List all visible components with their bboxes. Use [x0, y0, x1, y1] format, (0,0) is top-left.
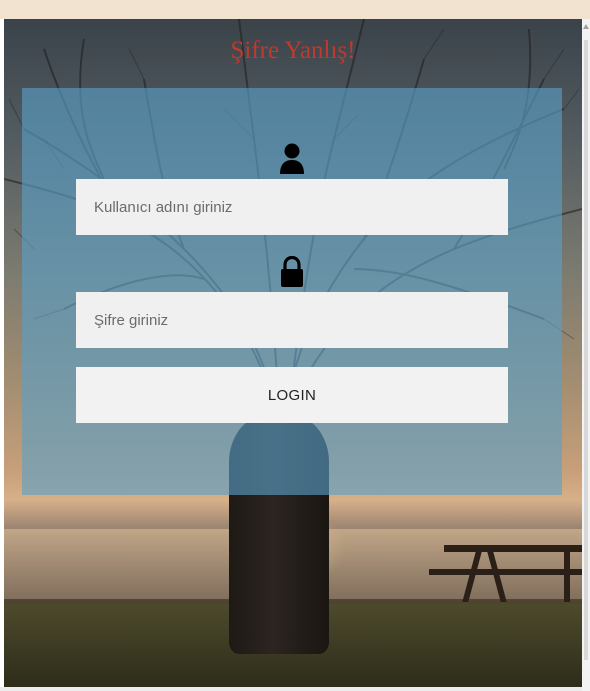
- password-input[interactable]: [76, 292, 508, 348]
- picnic-table-leg: [564, 552, 570, 602]
- lock-icon: [281, 256, 303, 287]
- page-viewport: Şifre Yanlış! LOGIN: [4, 19, 582, 687]
- scroll-up-arrow-icon[interactable]: [583, 24, 589, 29]
- login-button[interactable]: LOGIN: [76, 367, 508, 423]
- browser-top-bar: [0, 0, 590, 19]
- picnic-table-top: [444, 545, 582, 552]
- picnic-table-bench: [429, 569, 582, 575]
- login-panel: LOGIN: [22, 88, 562, 495]
- bottom-edge: [0, 687, 582, 691]
- user-icon: [280, 143, 304, 174]
- username-input[interactable]: [76, 179, 508, 235]
- scrollbar-thumb[interactable]: [584, 40, 588, 660]
- error-title: Şifre Yanlış!: [230, 37, 356, 64]
